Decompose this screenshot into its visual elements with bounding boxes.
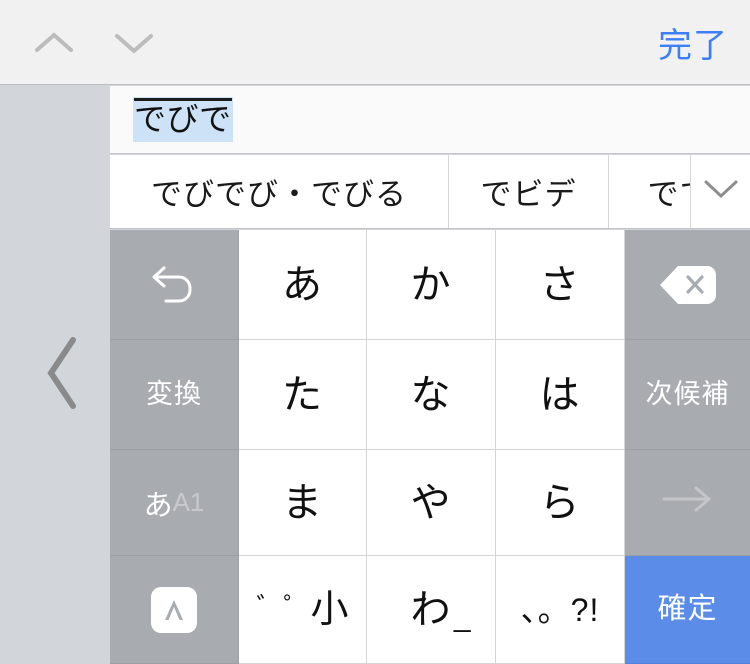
backspace-icon [657, 262, 719, 308]
collapse-keyboard-button[interactable] [0, 86, 110, 664]
punctuation-key[interactable]: 、。?! [496, 556, 625, 664]
key-na[interactable]: な [367, 340, 496, 450]
key-ka[interactable]: か [367, 230, 496, 340]
keyboard-screen: 完了 でびで でびでび・でびる でビデ でて あ か さ 変換 た な は 次候… [0, 0, 750, 664]
key-ta[interactable]: た [239, 340, 367, 450]
key-ya[interactable]: や [367, 450, 496, 556]
key-label: は [539, 372, 581, 417]
candidate-bar: でびでび・でびる でビデ でて [110, 155, 750, 229]
composing-text: でびで [133, 96, 233, 143]
keyboard-switch-icon [151, 586, 197, 633]
key-label: ま [282, 480, 323, 525]
expand-candidates-button[interactable] [690, 155, 750, 228]
key-ma[interactable]: ま [239, 450, 367, 556]
key-label: 変換 [146, 379, 202, 409]
previous-field-button[interactable] [28, 17, 80, 69]
key-label: な [410, 372, 452, 417]
input-accessory-toolbar: 完了 [0, 0, 750, 85]
delete-key[interactable] [625, 230, 750, 340]
text-input-field[interactable]: でびで [110, 86, 750, 154]
input-mode-primary-label: あ [143, 489, 173, 522]
chevron-left-icon [42, 334, 82, 417]
next-candidate-key[interactable]: 次候補 [625, 340, 750, 450]
kana-modifier-small: 小 [310, 588, 349, 631]
confirm-key[interactable]: 確定 [625, 556, 750, 664]
done-button[interactable]: 完了 [658, 0, 728, 85]
key-label: さ [539, 262, 581, 307]
cursor-right-key[interactable] [625, 450, 750, 556]
next-field-button[interactable] [108, 17, 160, 69]
key-label: 確定 [657, 593, 718, 625]
key-label: あ [282, 262, 323, 307]
key-label: や [410, 480, 452, 525]
done-label: 完了 [658, 27, 728, 65]
candidate-item-1[interactable]: でビデ [449, 155, 609, 228]
field-navigation-group [28, 0, 160, 85]
key-ha[interactable]: は [496, 340, 625, 450]
key-sa[interactable]: さ [496, 230, 625, 340]
kana-modifier-marks: ゛゜ [256, 591, 311, 622]
key-ra[interactable]: ら [496, 450, 625, 556]
key-label: た [282, 372, 323, 417]
arrow-right-icon [658, 484, 718, 521]
kana-keyboard: あ か さ 変換 た な は 次候補 あ A1 ま や ら ゛゜ 小 わ _ 、… [110, 230, 750, 664]
key-a[interactable]: あ [239, 230, 367, 340]
input-mode-key[interactable]: あ A1 [110, 450, 239, 556]
undo-icon [147, 257, 201, 312]
chevron-down-icon [702, 176, 740, 207]
convert-key[interactable]: 変換 [110, 340, 239, 450]
chevron-down-icon [112, 28, 156, 58]
key-wa[interactable]: わ _ [367, 556, 496, 664]
left-side-panel [0, 86, 110, 664]
key-label: 次候補 [645, 379, 730, 409]
key-label: ら [539, 480, 581, 525]
input-mode-secondary-label: A1 [172, 487, 205, 517]
key-label: か [410, 262, 452, 307]
candidate-item-0[interactable]: でびでび・でびる [110, 155, 449, 228]
undo-key[interactable] [110, 230, 239, 340]
key-label: 、。?! [520, 591, 600, 628]
chevron-up-icon [32, 28, 76, 58]
keyboard-switch-key[interactable] [110, 556, 239, 664]
kana-modifier-key[interactable]: ゛゜小 [239, 556, 367, 664]
key-sublabel: _ [453, 599, 471, 633]
key-label: わ [410, 587, 452, 632]
